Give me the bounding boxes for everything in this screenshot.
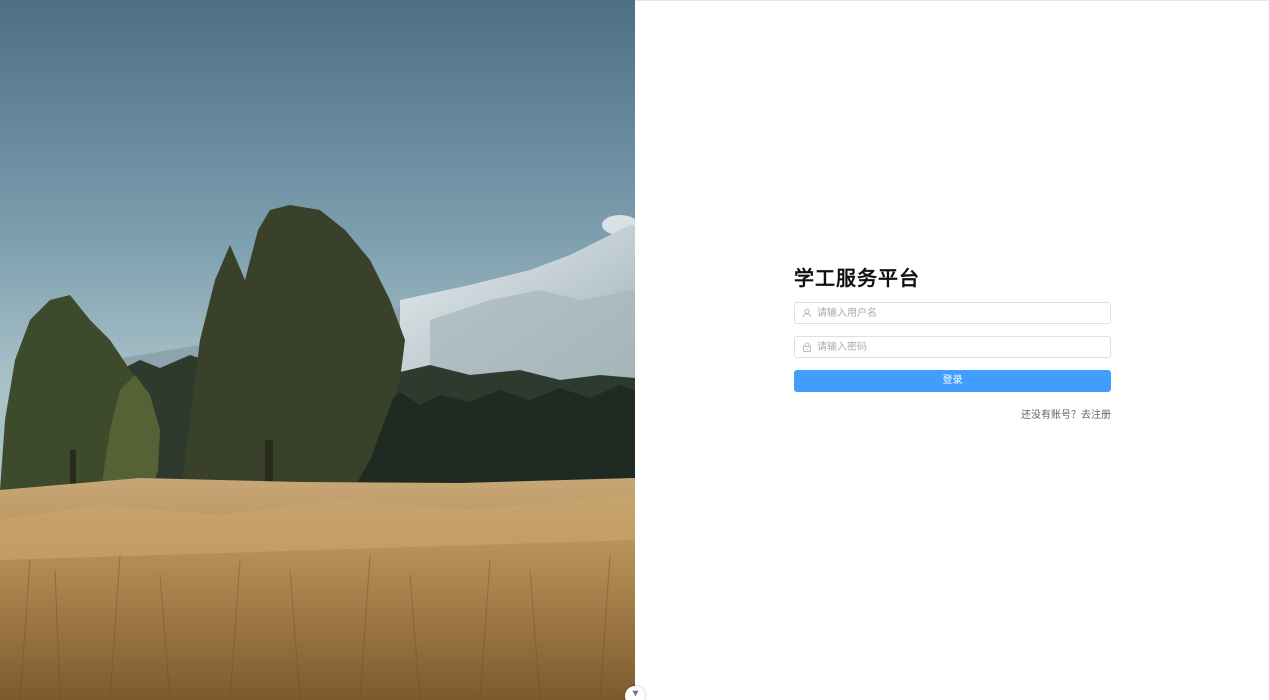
login-panel: 学工服务平台 登录 还没有账号？去注册 [635,0,1269,700]
login-button[interactable]: 登录 [794,370,1111,392]
register-row: 还没有账号？去注册 [794,409,1111,423]
hero-image-panel [0,0,635,700]
register-link[interactable]: 去注册 [1081,410,1111,421]
login-page: 学工服务平台 登录 还没有账号？去注册 [0,0,1269,700]
user-icon [802,308,812,318]
landscape-image [0,0,635,700]
page-title: 学工服务平台 [794,266,920,290]
floating-toggle-button[interactable] [625,686,645,700]
register-prompt: 还没有账号？ [1021,410,1081,421]
password-input[interactable] [817,337,1102,357]
lock-icon [803,342,811,352]
username-field[interactable] [794,302,1111,324]
chevron-down-icon [631,690,639,697]
login-form: 学工服务平台 登录 还没有账号？去注册 [794,264,1111,423]
username-input[interactable] [817,303,1102,323]
password-field[interactable] [794,336,1111,358]
